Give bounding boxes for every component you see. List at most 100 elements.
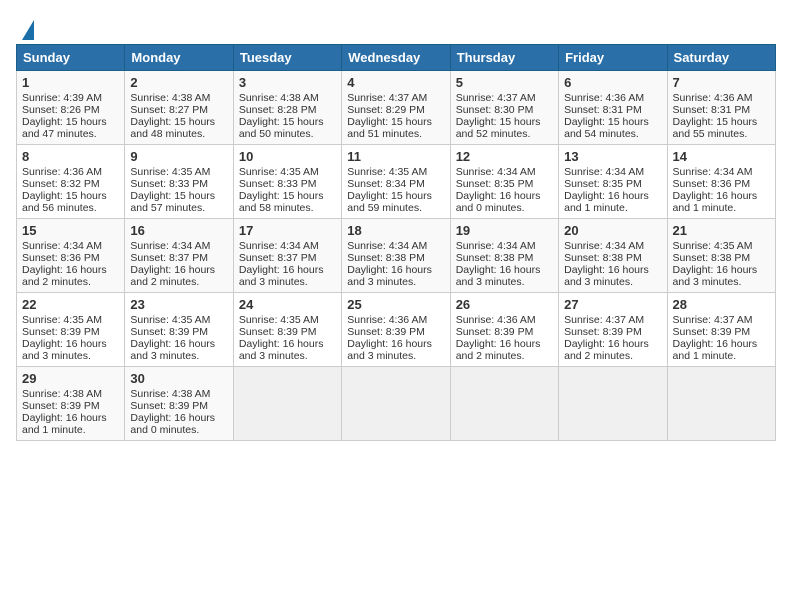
day-info: Sunrise: 4:35 AM xyxy=(673,240,753,252)
day-info: Sunset: 8:37 PM xyxy=(239,252,317,264)
table-cell: 18Sunrise: 4:34 AMSunset: 8:38 PMDayligh… xyxy=(342,219,450,293)
table-row-3: 15Sunrise: 4:34 AMSunset: 8:36 PMDayligh… xyxy=(17,219,776,293)
day-info: Sunrise: 4:35 AM xyxy=(130,314,210,326)
table-cell: 30Sunrise: 4:38 AMSunset: 8:39 PMDayligh… xyxy=(125,367,233,441)
table-row-2: 8Sunrise: 4:36 AMSunset: 8:32 PMDaylight… xyxy=(17,145,776,219)
day-number: 9 xyxy=(130,149,227,164)
day-info: Daylight: 15 hours and 50 minutes. xyxy=(239,116,324,140)
table-cell: 7Sunrise: 4:36 AMSunset: 8:31 PMDaylight… xyxy=(667,71,775,145)
day-info: Sunset: 8:36 PM xyxy=(22,252,100,264)
day-info: Sunrise: 4:34 AM xyxy=(347,240,427,252)
day-info: Sunset: 8:39 PM xyxy=(130,326,208,338)
day-info: Daylight: 15 hours and 58 minutes. xyxy=(239,190,324,214)
table-cell: 8Sunrise: 4:36 AMSunset: 8:32 PMDaylight… xyxy=(17,145,125,219)
table-cell: 2Sunrise: 4:38 AMSunset: 8:27 PMDaylight… xyxy=(125,71,233,145)
day-info: Daylight: 16 hours and 0 minutes. xyxy=(130,412,215,436)
day-info: Sunrise: 4:36 AM xyxy=(22,166,102,178)
table-cell: 6Sunrise: 4:36 AMSunset: 8:31 PMDaylight… xyxy=(559,71,667,145)
day-info: Sunset: 8:33 PM xyxy=(130,178,208,190)
col-friday: Friday xyxy=(559,45,667,71)
table-cell: 21Sunrise: 4:35 AMSunset: 8:38 PMDayligh… xyxy=(667,219,775,293)
day-info: Sunrise: 4:38 AM xyxy=(22,388,102,400)
day-info: Sunset: 8:38 PM xyxy=(564,252,642,264)
day-info: Sunset: 8:39 PM xyxy=(239,326,317,338)
day-info: Sunrise: 4:37 AM xyxy=(673,314,753,326)
day-info: Daylight: 16 hours and 2 minutes. xyxy=(130,264,215,288)
day-info: Sunrise: 4:36 AM xyxy=(673,92,753,104)
day-info: Sunset: 8:39 PM xyxy=(456,326,534,338)
day-info: Sunrise: 4:34 AM xyxy=(239,240,319,252)
day-info: Daylight: 16 hours and 2 minutes. xyxy=(456,338,541,362)
table-cell: 23Sunrise: 4:35 AMSunset: 8:39 PMDayligh… xyxy=(125,293,233,367)
table-cell: 10Sunrise: 4:35 AMSunset: 8:33 PMDayligh… xyxy=(233,145,341,219)
day-info: Sunrise: 4:34 AM xyxy=(456,240,536,252)
day-info: Daylight: 16 hours and 3 minutes. xyxy=(347,338,432,362)
day-number: 5 xyxy=(456,75,553,90)
day-info: Sunset: 8:30 PM xyxy=(456,104,534,116)
page-header xyxy=(10,10,782,44)
day-info: Daylight: 16 hours and 3 minutes. xyxy=(130,338,215,362)
day-info: Sunrise: 4:35 AM xyxy=(239,314,319,326)
day-info: Sunset: 8:39 PM xyxy=(564,326,642,338)
day-info: Sunrise: 4:35 AM xyxy=(347,166,427,178)
day-number: 28 xyxy=(673,297,770,312)
table-cell: 12Sunrise: 4:34 AMSunset: 8:35 PMDayligh… xyxy=(450,145,558,219)
day-info: Sunrise: 4:39 AM xyxy=(22,92,102,104)
day-info: Sunrise: 4:34 AM xyxy=(22,240,102,252)
day-info: Sunrise: 4:35 AM xyxy=(239,166,319,178)
day-info: Sunrise: 4:37 AM xyxy=(347,92,427,104)
day-info: Daylight: 16 hours and 1 minute. xyxy=(673,338,758,362)
day-info: Sunrise: 4:38 AM xyxy=(130,388,210,400)
table-cell: 1Sunrise: 4:39 AMSunset: 8:26 PMDaylight… xyxy=(17,71,125,145)
col-sunday: Sunday xyxy=(17,45,125,71)
day-info: Sunset: 8:37 PM xyxy=(130,252,208,264)
day-info: Daylight: 16 hours and 1 minute. xyxy=(22,412,107,436)
table-cell: 24Sunrise: 4:35 AMSunset: 8:39 PMDayligh… xyxy=(233,293,341,367)
day-number: 14 xyxy=(673,149,770,164)
table-row-4: 22Sunrise: 4:35 AMSunset: 8:39 PMDayligh… xyxy=(17,293,776,367)
day-info: Sunrise: 4:37 AM xyxy=(564,314,644,326)
day-number: 19 xyxy=(456,223,553,238)
day-info: Daylight: 16 hours and 2 minutes. xyxy=(22,264,107,288)
table-cell: 11Sunrise: 4:35 AMSunset: 8:34 PMDayligh… xyxy=(342,145,450,219)
day-info: Sunrise: 4:34 AM xyxy=(130,240,210,252)
calendar-table: Sunday Monday Tuesday Wednesday Thursday… xyxy=(16,44,776,441)
day-number: 10 xyxy=(239,149,336,164)
day-info: Sunrise: 4:36 AM xyxy=(564,92,644,104)
day-number: 3 xyxy=(239,75,336,90)
table-cell: 25Sunrise: 4:36 AMSunset: 8:39 PMDayligh… xyxy=(342,293,450,367)
day-info: Daylight: 15 hours and 52 minutes. xyxy=(456,116,541,140)
day-info: Sunrise: 4:38 AM xyxy=(239,92,319,104)
day-number: 1 xyxy=(22,75,119,90)
table-cell: 22Sunrise: 4:35 AMSunset: 8:39 PMDayligh… xyxy=(17,293,125,367)
table-cell: 16Sunrise: 4:34 AMSunset: 8:37 PMDayligh… xyxy=(125,219,233,293)
day-number: 12 xyxy=(456,149,553,164)
day-info: Sunset: 8:28 PM xyxy=(239,104,317,116)
day-info: Daylight: 16 hours and 3 minutes. xyxy=(239,338,324,362)
day-number: 6 xyxy=(564,75,661,90)
table-cell: 9Sunrise: 4:35 AMSunset: 8:33 PMDaylight… xyxy=(125,145,233,219)
table-cell: 20Sunrise: 4:34 AMSunset: 8:38 PMDayligh… xyxy=(559,219,667,293)
table-cell xyxy=(233,367,341,441)
day-number: 22 xyxy=(22,297,119,312)
day-number: 4 xyxy=(347,75,444,90)
day-number: 17 xyxy=(239,223,336,238)
day-info: Sunset: 8:38 PM xyxy=(347,252,425,264)
day-info: Sunrise: 4:36 AM xyxy=(347,314,427,326)
table-cell: 4Sunrise: 4:37 AMSunset: 8:29 PMDaylight… xyxy=(342,71,450,145)
day-info: Sunset: 8:38 PM xyxy=(456,252,534,264)
day-info: Sunset: 8:35 PM xyxy=(564,178,642,190)
day-info: Daylight: 15 hours and 59 minutes. xyxy=(347,190,432,214)
day-info: Sunset: 8:35 PM xyxy=(456,178,534,190)
table-cell: 19Sunrise: 4:34 AMSunset: 8:38 PMDayligh… xyxy=(450,219,558,293)
day-info: Sunrise: 4:35 AM xyxy=(130,166,210,178)
day-number: 2 xyxy=(130,75,227,90)
col-saturday: Saturday xyxy=(667,45,775,71)
table-cell: 14Sunrise: 4:34 AMSunset: 8:36 PMDayligh… xyxy=(667,145,775,219)
col-thursday: Thursday xyxy=(450,45,558,71)
day-info: Sunset: 8:31 PM xyxy=(673,104,751,116)
day-info: Sunrise: 4:34 AM xyxy=(456,166,536,178)
day-info: Sunset: 8:29 PM xyxy=(347,104,425,116)
day-info: Sunset: 8:31 PM xyxy=(564,104,642,116)
day-info: Sunset: 8:26 PM xyxy=(22,104,100,116)
